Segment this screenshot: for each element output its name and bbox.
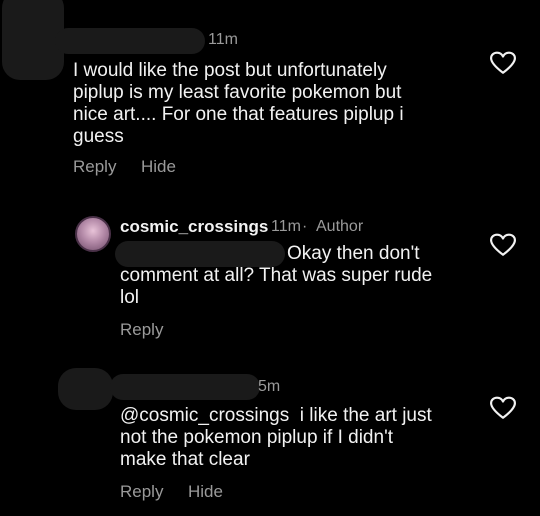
meta-separator: · — [302, 218, 308, 235]
username[interactable]: cosmic_crossings — [120, 217, 268, 237]
comment-text-line: lol — [120, 287, 140, 308]
comment-text-line: not the pokemon piplup if I didn't — [120, 427, 393, 448]
mention-link[interactable]: @cosmic_crossings — [120, 405, 289, 426]
reply-button[interactable]: Reply — [73, 157, 116, 177]
comment-time: 11m — [271, 218, 301, 235]
comment-text-line: @cosmic_crossings i like the art just — [120, 405, 432, 427]
hide-button[interactable]: Hide — [141, 157, 176, 177]
comment-text: i like the art just — [299, 405, 432, 426]
redacted-avatar — [58, 368, 113, 410]
comment-time: 11m — [208, 31, 238, 48]
hide-button[interactable]: Hide — [188, 482, 223, 502]
avatar[interactable] — [75, 216, 111, 252]
redacted-username — [55, 28, 205, 54]
heart-icon[interactable] — [490, 233, 516, 257]
redacted-mention — [115, 241, 285, 267]
reply-button[interactable]: Reply — [120, 320, 163, 340]
comment-text-line: make that clear — [120, 449, 250, 470]
author-badge: Author — [316, 218, 364, 235]
heart-icon[interactable] — [490, 51, 516, 75]
redacted-username — [110, 374, 260, 400]
reply-button[interactable]: Reply — [120, 482, 163, 502]
comment-text-line: Okay then don't — [287, 243, 420, 264]
comment-time: 5m — [258, 378, 281, 395]
comment-text-line: comment at all? That was super rude — [120, 265, 433, 286]
heart-icon[interactable] — [490, 396, 516, 420]
comment-text: I would like the post but unfortunately … — [73, 60, 404, 147]
